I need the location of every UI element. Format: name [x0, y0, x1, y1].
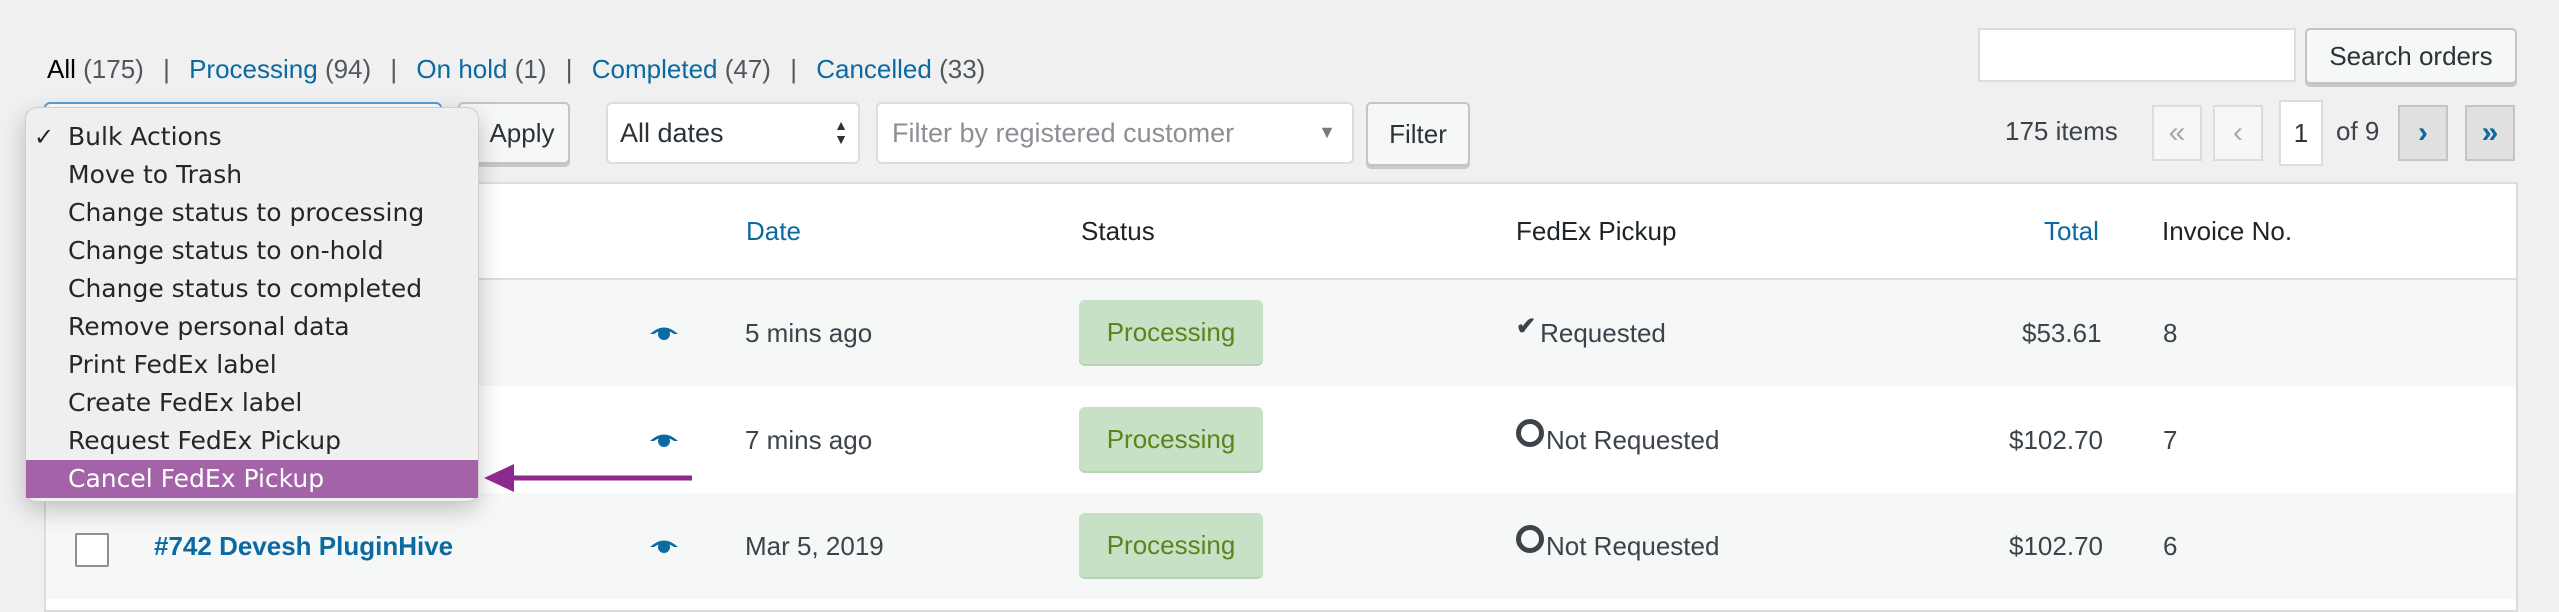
- separator: |: [790, 54, 797, 84]
- status-link-processing[interactable]: Processing: [189, 54, 318, 84]
- status-badge: Processing: [1079, 300, 1263, 364]
- total-pages: of 9: [2336, 116, 2380, 146]
- fedex-pickup-status: Not Requested: [1516, 419, 1720, 456]
- row-checkbox[interactable]: [75, 533, 109, 567]
- status-badge: Processing: [1079, 513, 1263, 577]
- menu-item-create-fedex-label[interactable]: Create FedEx label: [26, 384, 478, 422]
- menu-item-move-to-trash[interactable]: Move to Trash: [26, 156, 478, 194]
- status-count-on-hold: (1): [514, 54, 547, 84]
- bulk-actions-menu: ✓ Bulk Actions Move to Trash Change statu…: [25, 107, 479, 502]
- status-link-all[interactable]: All: [47, 54, 76, 84]
- separator: |: [163, 54, 170, 84]
- next-page-button[interactable]: ›: [2398, 105, 2448, 161]
- order-link[interactable]: #742 Devesh PluginHive: [154, 531, 453, 562]
- column-invoice: Invoice No.: [2162, 216, 2293, 246]
- menu-item-status-processing[interactable]: Change status to processing: [26, 194, 478, 232]
- fedex-pickup-label: Requested: [1540, 318, 1666, 348]
- items-count: 175 items: [2005, 116, 2118, 146]
- menu-item-request-fedex-pickup[interactable]: Request FedEx Pickup: [26, 422, 478, 460]
- status-count-processing: (94): [324, 54, 372, 84]
- status-link-completed[interactable]: Completed: [592, 54, 718, 84]
- first-page-button[interactable]: «: [2152, 105, 2202, 161]
- date-filter-value: All dates: [620, 117, 724, 148]
- separator: |: [565, 54, 573, 84]
- order-total: $102.70: [2009, 531, 2103, 561]
- annotation-arrow-icon: [484, 464, 692, 492]
- chevron-down-icon: ▼: [1318, 122, 1336, 142]
- fedex-pickup-label: Not Requested: [1546, 531, 1720, 561]
- fedex-pickup-label: Not Requested: [1546, 425, 1720, 455]
- preview-eye-icon[interactable]: [650, 538, 678, 554]
- column-total[interactable]: Total: [2044, 216, 2099, 247]
- table-row[interactable]: #742 Devesh PluginHive Mar 5, 2019 Proce…: [46, 493, 2516, 599]
- fedex-pickup-status: ✔ Requested: [1516, 313, 1666, 349]
- menu-item-bulk-actions[interactable]: ✓ Bulk Actions: [26, 118, 478, 156]
- menu-item-remove-personal-data[interactable]: Remove personal data: [26, 308, 478, 346]
- date-filter-select[interactable]: All dates ▲ ▼: [606, 102, 860, 164]
- order-date: 5 mins ago: [745, 318, 873, 348]
- menu-item-status-on-hold[interactable]: Change status to on-hold: [26, 232, 478, 270]
- status-link-cancelled[interactable]: Cancelled: [816, 54, 932, 84]
- menu-item-print-fedex-label[interactable]: Print FedEx label: [26, 346, 478, 384]
- column-status: Status: [1081, 216, 1155, 246]
- menu-item-cancel-fedex-pickup[interactable]: Cancel FedEx Pickup: [26, 460, 478, 498]
- status-filter-links: All (175) | Processing (94) | On hold (1…: [47, 52, 985, 86]
- filter-button[interactable]: Filter: [1366, 102, 1470, 166]
- menu-item-label: Bulk Actions: [68, 122, 222, 151]
- invoice-number: 8: [2163, 318, 2178, 348]
- order-total: $53.61: [2022, 318, 2102, 348]
- status-badge: Processing: [1079, 407, 1263, 471]
- separator: |: [390, 54, 398, 84]
- customer-filter-select[interactable]: Filter by registered customer ▼: [876, 102, 1354, 164]
- menu-item-status-completed[interactable]: Change status to completed: [26, 270, 478, 308]
- preview-eye-icon[interactable]: [650, 325, 678, 341]
- status-count-all: (175): [83, 54, 144, 84]
- circle-icon: [1516, 525, 1544, 553]
- fedex-pickup-status: Not Requested: [1516, 525, 1720, 562]
- invoice-number: 6: [2163, 531, 2178, 561]
- customer-filter-placeholder: Filter by registered customer: [892, 117, 1235, 148]
- order-total: $102.70: [2009, 425, 2103, 455]
- order-date: 7 mins ago: [745, 425, 873, 455]
- last-page-button[interactable]: »: [2465, 105, 2515, 161]
- check-icon: ✔: [1516, 313, 1537, 340]
- search-orders-input[interactable]: [1978, 28, 2296, 82]
- order-date: Mar 5, 2019: [745, 531, 884, 561]
- column-date[interactable]: Date: [746, 216, 801, 247]
- column-fedex-pickup: FedEx Pickup: [1516, 216, 1677, 246]
- preview-eye-icon[interactable]: [650, 432, 678, 448]
- select-arrows-icon: ▲ ▼: [834, 117, 848, 147]
- circle-icon: [1516, 419, 1544, 447]
- status-link-on-hold[interactable]: On hold: [416, 54, 507, 84]
- current-page-input[interactable]: 1: [2279, 100, 2323, 166]
- prev-page-button[interactable]: ‹: [2213, 105, 2263, 161]
- checkmark-icon: ✓: [34, 123, 55, 151]
- invoice-number: 7: [2163, 425, 2178, 455]
- status-count-cancelled: (33): [939, 54, 986, 84]
- apply-label: Apply: [489, 117, 555, 148]
- search-orders-button[interactable]: Search orders: [2305, 28, 2517, 84]
- status-count-completed: (47): [724, 54, 771, 84]
